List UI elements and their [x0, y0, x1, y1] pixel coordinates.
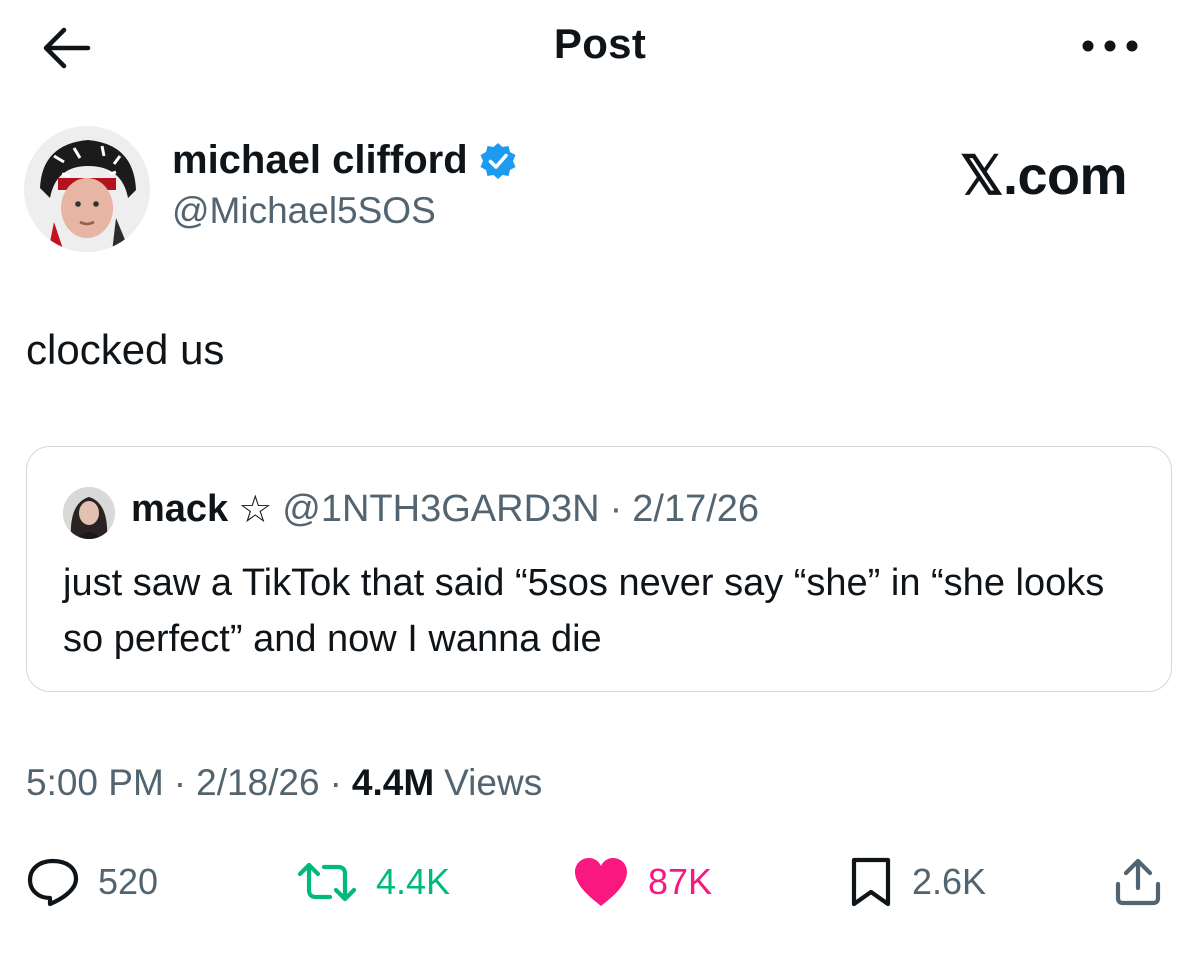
share-button[interactable] [1112, 852, 1164, 912]
bookmark-icon [851, 857, 891, 907]
bookmark-count: 2.6K [912, 861, 987, 902]
author-avatar[interactable] [24, 126, 150, 252]
like-button[interactable]: 87K [572, 852, 712, 912]
separator-dot: · [609, 488, 623, 530]
quoted-author-avatar[interactable] [63, 487, 115, 539]
reply-count: 520 [98, 861, 159, 902]
avatar-image [24, 126, 150, 252]
author-handle[interactable]: @Michael5SOS [172, 190, 436, 232]
share-icon [1115, 858, 1161, 906]
quoted-post-header: mack ☆ @1NTH3GARD3N · 2/17/26 [131, 487, 759, 532]
like-count: 87K [648, 861, 713, 902]
separator-dot: · [329, 762, 342, 803]
x-com-watermark: 𝕏.com [960, 146, 1128, 206]
quoted-post-date: 2/17/26 [632, 488, 760, 530]
repost-count: 4.4K [376, 861, 451, 902]
post-time[interactable]: 5:00 PM [26, 762, 164, 804]
verified-badge-icon [480, 142, 516, 179]
separator-dot: · [173, 762, 187, 803]
quoted-post-text: just saw a TikTok that said “5sos never … [63, 562, 1105, 660]
quoted-post-card[interactable]: mack ☆ @1NTH3GARD3N · 2/17/26 just saw a… [26, 446, 1172, 692]
reply-button[interactable]: 520 [26, 852, 158, 912]
more-options-button[interactable] [1070, 22, 1150, 70]
quoted-avatar-image [63, 487, 115, 539]
post-meta: 5:00 PM · 2/18/26 · 4.4M Views [26, 762, 542, 804]
heart-icon [575, 858, 627, 906]
author-name-text: michael clifford [172, 138, 468, 182]
repost-button[interactable]: 4.4K [296, 852, 450, 912]
quoted-author-handle[interactable]: @1NTH3GARD3N [282, 488, 599, 531]
repost-icon [297, 862, 357, 902]
more-horizontal-icon [1082, 40, 1138, 52]
author-name[interactable]: michael clifford [172, 138, 518, 183]
post-date[interactable]: 2/18/26 [196, 762, 319, 804]
views-label: Views [444, 762, 543, 803]
star-icon: ☆ [238, 489, 273, 531]
quoted-author-name[interactable]: mack [131, 488, 228, 531]
views-count: 4.4M [351, 762, 435, 803]
reply-icon [27, 858, 79, 907]
page-title: Post [553, 20, 647, 67]
bookmark-button[interactable]: 2.6K [848, 852, 986, 912]
post-text: clocked us [26, 326, 225, 373]
